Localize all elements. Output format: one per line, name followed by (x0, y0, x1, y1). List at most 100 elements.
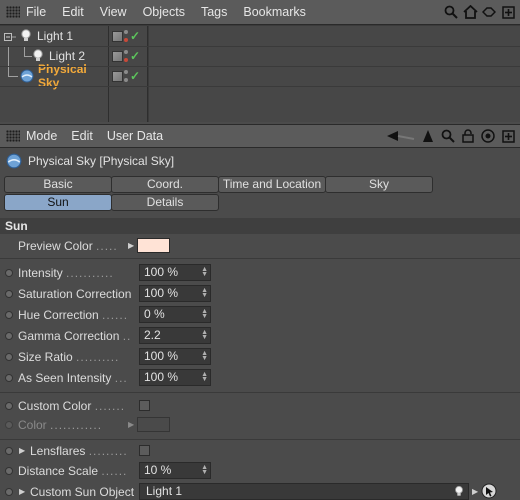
tree-expand-icon[interactable] (4, 29, 16, 43)
object-tags-area[interactable] (149, 26, 520, 122)
toggle-view-icon[interactable] (481, 4, 497, 20)
spinner-icon[interactable]: ▲ ▼ (201, 350, 208, 362)
tab-time-and-location[interactable]: Time and Location (218, 176, 326, 193)
lock-icon[interactable] (460, 128, 476, 144)
object-name[interactable]: Light 2 (49, 49, 85, 63)
light-icon (455, 485, 463, 496)
object-row-light-1[interactable]: Light 1 (0, 26, 108, 46)
spinner-icon[interactable]: ▲ ▼ (201, 371, 208, 383)
object-visibility-column: ✓ ✓ ✓ (108, 26, 148, 122)
object-title: Physical Sky [Physical Sky] (28, 154, 175, 168)
expand-arrow-icon[interactable]: ▶ (19, 446, 25, 455)
menu-file[interactable]: File (26, 5, 46, 19)
back-arrow-icon[interactable] (386, 128, 416, 144)
lensflares-checkbox[interactable] (139, 445, 150, 456)
menu-user-data[interactable]: User Data (107, 129, 163, 143)
param-size-ratio: Size Ratio .......... 100 % ▲ ▼ (0, 346, 520, 367)
grip-icon[interactable] (6, 130, 20, 142)
hue-correction-field[interactable]: 0 % ▲ ▼ (139, 306, 211, 323)
divider (0, 392, 520, 393)
forward-arrow-icon[interactable] (420, 128, 436, 144)
animate-bullet-icon[interactable] (5, 289, 13, 298)
saturation-correction-field[interactable]: 100 % ▲ ▼ (139, 285, 211, 302)
new-panel-icon[interactable] (500, 128, 516, 144)
param-label: Intensity ........... (18, 265, 114, 280)
object-flags: ✓ (109, 26, 147, 46)
gamma-correction-field[interactable]: 2.2 ▲ ▼ (139, 327, 211, 344)
custom-sun-object-field[interactable]: Light 1 (139, 483, 469, 500)
menu-bookmarks[interactable]: Bookmarks (243, 5, 306, 19)
menu-tags[interactable]: Tags (201, 5, 227, 19)
row-divider (0, 46, 520, 47)
param-label: Custom Sun Object (30, 484, 135, 499)
enabled-check-icon[interactable]: ✓ (130, 29, 140, 43)
object-manager: File Edit View Objects Tags Bookmarks Li… (0, 0, 520, 122)
visibility-dots-icon[interactable] (124, 30, 129, 42)
row-divider (0, 86, 520, 87)
divider (0, 258, 520, 259)
custom-color-checkbox[interactable] (139, 400, 150, 411)
param-lensflares: ▶ Lensflares ......... (0, 440, 520, 461)
animate-bullet-icon[interactable] (5, 352, 13, 361)
param-saturation-correction: Saturation Correction 100 % ▲ ▼ (0, 283, 520, 304)
intensity-field[interactable]: 100 % ▲ ▼ (139, 264, 211, 281)
grip-icon[interactable] (6, 6, 20, 18)
expand-arrow-icon[interactable]: ▶ (19, 487, 25, 496)
menu-mode[interactable]: Mode (26, 129, 57, 143)
animate-bullet-icon[interactable] (5, 310, 13, 319)
spinner-icon[interactable]: ▲ ▼ (201, 266, 208, 278)
tab-sun[interactable]: Sun (4, 194, 112, 211)
visibility-dots-icon[interactable] (124, 50, 129, 62)
animate-bullet-icon[interactable] (5, 331, 13, 340)
preview-color-swatch[interactable] (137, 238, 170, 253)
new-panel-icon[interactable] (500, 4, 516, 20)
object-name[interactable]: Light 1 (37, 29, 73, 43)
sky-icon (6, 153, 22, 169)
enabled-check-icon[interactable]: ✓ (130, 69, 140, 83)
menu-objects[interactable]: Objects (143, 5, 185, 19)
spinner-icon[interactable]: ▲ ▼ (201, 329, 208, 341)
expand-arrow-icon[interactable]: ▶ (128, 241, 134, 250)
size-ratio-field[interactable]: 100 % ▲ ▼ (139, 348, 211, 365)
param-label: Color ............ (18, 417, 103, 432)
section-header: Sun (0, 218, 520, 234)
animate-bullet-icon[interactable] (5, 401, 13, 410)
as-seen-intensity-field[interactable]: 100 % ▲ ▼ (139, 369, 211, 386)
link-menu-arrow-icon[interactable]: ▶ (472, 487, 478, 496)
menu-view[interactable]: View (100, 5, 127, 19)
spinner-icon[interactable]: ▲ ▼ (201, 308, 208, 320)
animate-bullet-icon[interactable] (5, 268, 13, 277)
animate-bullet-icon[interactable] (5, 373, 13, 382)
layer-icon[interactable] (112, 30, 123, 42)
search-icon[interactable] (443, 4, 459, 20)
animate-bullet-icon[interactable] (5, 446, 13, 455)
param-label: Lensflares ......... (30, 443, 128, 458)
distance-scale-field[interactable]: 10 % ▲ ▼ (139, 462, 211, 479)
light-icon (33, 49, 43, 61)
animate-bullet-icon[interactable] (5, 487, 13, 496)
tab-details[interactable]: Details (111, 194, 219, 211)
pick-object-icon[interactable] (481, 483, 497, 499)
layer-icon[interactable] (112, 50, 123, 62)
sky-icon (20, 69, 34, 83)
expand-arrow-icon: ▶ (128, 420, 135, 429)
visibility-dots-icon[interactable] (124, 70, 129, 82)
home-icon[interactable] (462, 4, 478, 20)
layer-icon[interactable] (112, 70, 123, 82)
object-row-physical-sky[interactable]: Physical Sky (0, 62, 108, 90)
menu-edit[interactable]: Edit (62, 5, 84, 19)
attribute-manager-menubar: Mode Edit User Data (0, 124, 520, 148)
row-divider (0, 66, 520, 67)
spinner-icon[interactable]: ▲ ▼ (201, 464, 208, 476)
object-flags: ✓ (109, 46, 147, 66)
enabled-check-icon[interactable]: ✓ (130, 49, 140, 63)
menu-edit[interactable]: Edit (71, 129, 93, 143)
search-icon[interactable] (440, 128, 456, 144)
target-icon[interactable] (480, 128, 496, 144)
param-label: Distance Scale ...... (18, 463, 128, 478)
animate-bullet-icon[interactable] (5, 466, 13, 475)
spinner-icon[interactable]: ▲ ▼ (201, 287, 208, 299)
tab-coord[interactable]: Coord. (111, 176, 219, 193)
tab-sky[interactable]: Sky (325, 176, 433, 193)
tab-basic[interactable]: Basic (4, 176, 112, 193)
